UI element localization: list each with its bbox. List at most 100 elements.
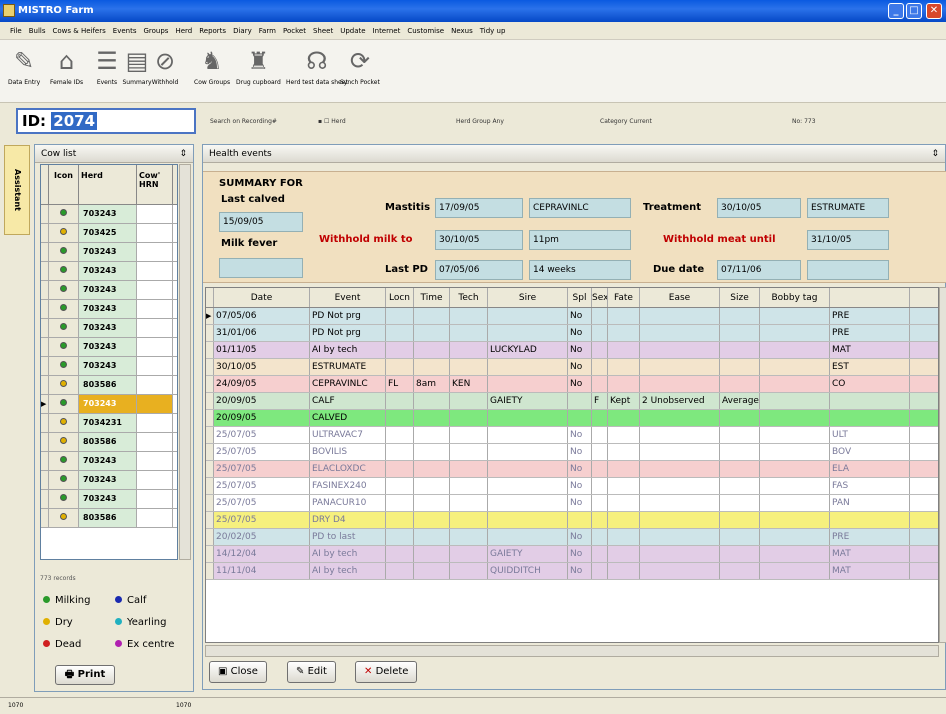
event-cell[interactable]: PANACUR10 xyxy=(310,495,386,511)
cow-hrn-cell[interactable] xyxy=(137,205,173,223)
cow-row[interactable]: 703425 xyxy=(41,224,177,243)
event-cell[interactable] xyxy=(830,410,910,426)
event-cell[interactable] xyxy=(488,512,568,528)
event-cell[interactable]: 20/09/05 xyxy=(214,393,310,409)
event-cell[interactable]: 11/11/04 xyxy=(214,563,310,579)
event-cell[interactable] xyxy=(568,410,592,426)
event-row[interactable]: 24/09/05 CEPRAVINLC FL 8am KEN No CO xyxy=(206,376,938,393)
event-cell[interactable] xyxy=(450,342,488,358)
toolbar-button[interactable]: ⟳ Synch Pocket xyxy=(340,46,380,86)
event-cell[interactable]: 01/11/05 xyxy=(214,342,310,358)
cow-herd-cell[interactable]: 703243 xyxy=(79,205,137,223)
event-cell[interactable] xyxy=(386,308,414,324)
event-cell[interactable]: No xyxy=(568,359,592,375)
cow-row[interactable]: 703243 xyxy=(41,243,177,262)
event-cell[interactable] xyxy=(608,546,640,562)
event-cell[interactable] xyxy=(592,325,608,341)
event-cell[interactable] xyxy=(640,359,720,375)
event-cell[interactable]: GAIETY xyxy=(488,546,568,562)
event-cell[interactable] xyxy=(592,308,608,324)
cow-row[interactable]: 703243 xyxy=(41,281,177,300)
event-cell[interactable]: Kept xyxy=(608,393,640,409)
maximize-button[interactable]: □ xyxy=(906,3,922,19)
event-cell[interactable] xyxy=(450,410,488,426)
event-cell[interactable] xyxy=(488,308,568,324)
event-cell[interactable] xyxy=(592,546,608,562)
event-cell[interactable] xyxy=(720,308,760,324)
cow-list-scrollbar[interactable] xyxy=(179,164,191,560)
edit-button[interactable]: ✎ Edit xyxy=(287,661,336,683)
event-cell[interactable]: AI by tech xyxy=(310,546,386,562)
column-header[interactable]: Sire xyxy=(488,288,568,307)
event-cell[interactable] xyxy=(760,308,830,324)
event-cell[interactable]: AI by tech xyxy=(310,563,386,579)
toolbar-button[interactable]: ♜ Drug cupboard xyxy=(236,46,281,86)
event-cell[interactable] xyxy=(640,529,720,545)
column-header[interactable]: Spl xyxy=(568,288,592,307)
event-cell[interactable]: No xyxy=(568,308,592,324)
menu-item[interactable]: Farm xyxy=(259,27,276,35)
event-cell[interactable] xyxy=(414,478,450,494)
toolbar-button[interactable]: ⌂ Female IDs xyxy=(50,46,83,86)
event-cell[interactable] xyxy=(568,512,592,528)
event-cell[interactable]: No xyxy=(568,478,592,494)
menu-item[interactable]: Customise xyxy=(407,27,444,35)
event-cell[interactable] xyxy=(386,410,414,426)
event-cell[interactable] xyxy=(592,563,608,579)
event-cell[interactable]: No xyxy=(568,342,592,358)
event-cell[interactable] xyxy=(414,325,450,341)
event-cell[interactable] xyxy=(386,546,414,562)
event-cell[interactable] xyxy=(640,410,720,426)
event-cell[interactable] xyxy=(488,461,568,477)
cow-grid[interactable]: Icon Herd Cow' HRN 703243 703425 703243 703… xyxy=(40,164,178,560)
cow-herd-cell[interactable]: 703243 xyxy=(79,395,137,413)
cow-row[interactable]: 7034231 xyxy=(41,414,177,433)
event-row[interactable]: 20/02/05 PD to last No PRE xyxy=(206,529,938,546)
event-cell[interactable] xyxy=(720,342,760,358)
event-cell[interactable] xyxy=(608,529,640,545)
event-cell[interactable] xyxy=(414,427,450,443)
event-cell[interactable] xyxy=(450,563,488,579)
event-cell[interactable] xyxy=(414,359,450,375)
event-cell[interactable]: MAT xyxy=(830,563,910,579)
event-row[interactable]: 25/07/05 ULTRAVAC7 No ULT xyxy=(206,427,938,444)
cow-herd-cell[interactable]: 703243 xyxy=(79,300,137,318)
event-cell[interactable]: No xyxy=(568,427,592,443)
cow-hrn-cell[interactable] xyxy=(137,509,173,527)
event-cell[interactable]: 20/02/05 xyxy=(214,529,310,545)
event-cell[interactable] xyxy=(720,546,760,562)
event-cell[interactable] xyxy=(760,478,830,494)
event-cell[interactable]: ELACLOXDC xyxy=(310,461,386,477)
event-cell[interactable]: ULT xyxy=(830,427,910,443)
category-select[interactable]: Category Current xyxy=(600,118,652,125)
cow-row[interactable]: 703243 xyxy=(41,319,177,338)
menu-item[interactable]: Bulls xyxy=(29,27,46,35)
cow-hrn-cell[interactable] xyxy=(137,376,173,394)
event-cell[interactable]: QUIDDITCH xyxy=(488,563,568,579)
event-cell[interactable]: 25/07/05 xyxy=(214,444,310,460)
event-cell[interactable]: FAS xyxy=(830,478,910,494)
event-cell[interactable] xyxy=(488,495,568,511)
event-cell[interactable] xyxy=(568,393,592,409)
col-icon[interactable]: Icon xyxy=(49,165,79,204)
event-cell[interactable]: PRE xyxy=(830,325,910,341)
event-cell[interactable]: PD Not prg xyxy=(310,308,386,324)
event-cell[interactable]: No xyxy=(568,444,592,460)
search-on-select[interactable]: Search on Recording# xyxy=(210,118,277,125)
column-header[interactable]: Date xyxy=(214,288,310,307)
event-cell[interactable] xyxy=(760,325,830,341)
column-header[interactable]: Ease xyxy=(640,288,720,307)
event-cell[interactable] xyxy=(450,308,488,324)
event-cell[interactable]: 30/10/05 xyxy=(214,359,310,375)
event-cell[interactable] xyxy=(488,325,568,341)
event-cell[interactable] xyxy=(414,461,450,477)
cow-row[interactable]: 703243 xyxy=(41,490,177,509)
event-row[interactable]: ▶ 07/05/06 PD Not prg No PRE xyxy=(206,308,938,325)
assistant-tab[interactable]: Assistant xyxy=(4,145,30,235)
event-cell[interactable] xyxy=(386,359,414,375)
event-cell[interactable]: FL xyxy=(386,376,414,392)
print-button[interactable]: 🖶 Print xyxy=(55,665,115,685)
cow-hrn-cell[interactable] xyxy=(137,357,173,375)
event-cell[interactable] xyxy=(386,563,414,579)
event-cell[interactable]: 20/09/05 xyxy=(214,410,310,426)
